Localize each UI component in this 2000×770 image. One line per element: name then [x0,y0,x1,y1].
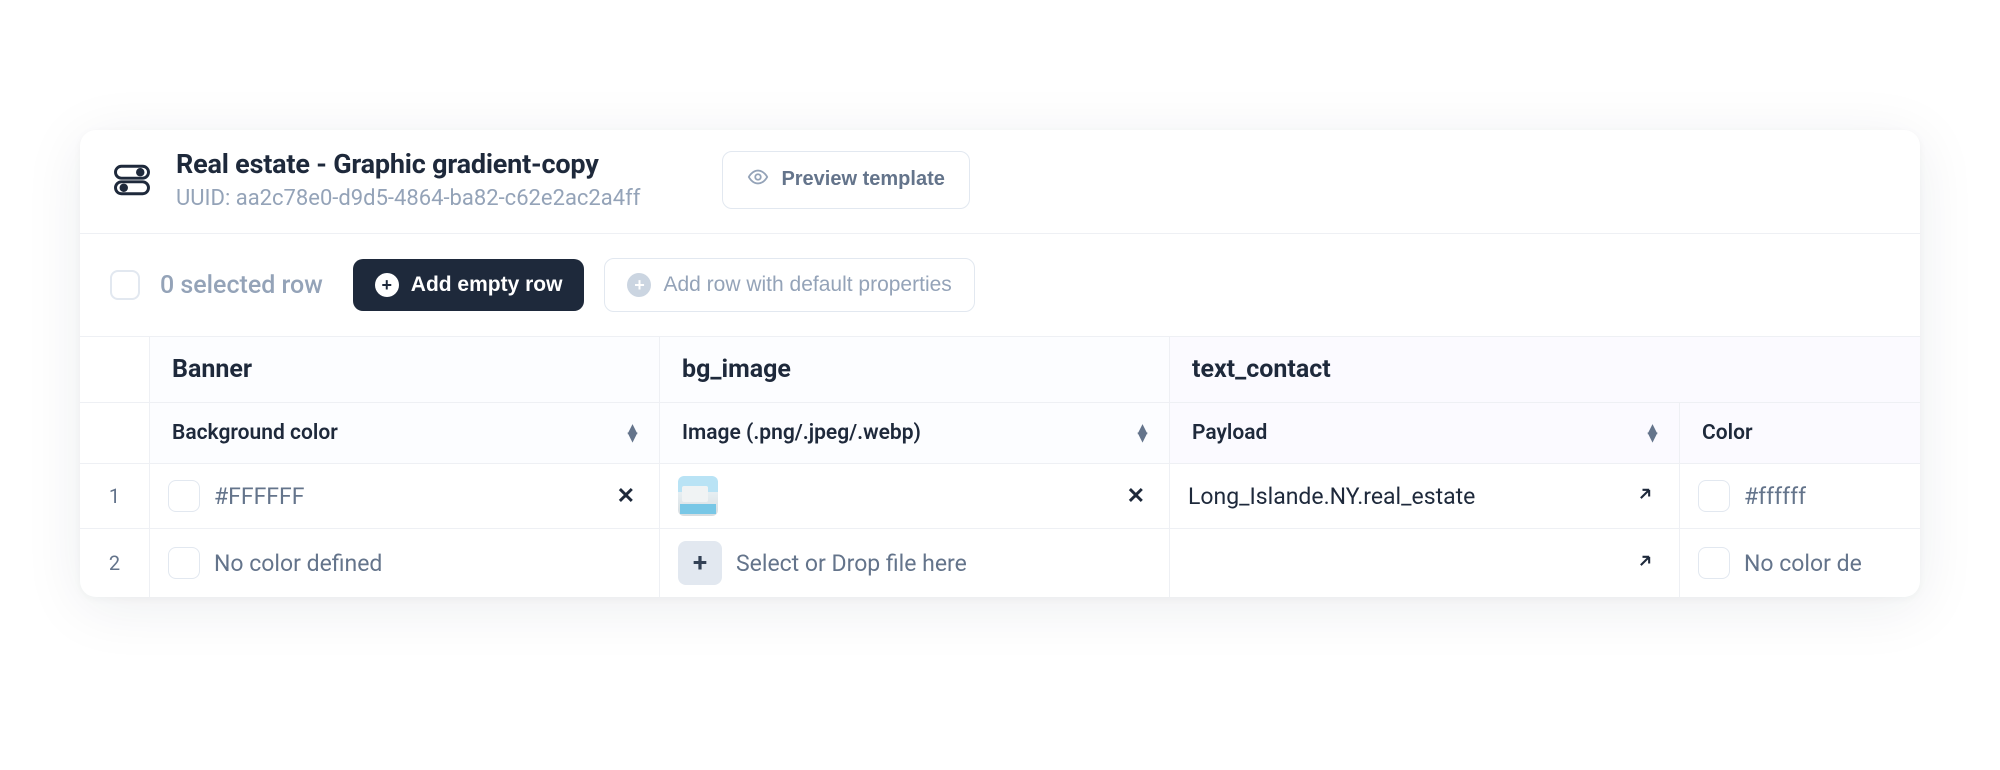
column-group-text-contact: text_contact [1170,337,1680,402]
clear-icon[interactable]: ✕ [1121,484,1151,509]
add-default-row-button[interactable]: + Add row with default properties [604,258,974,312]
add-file-button[interactable]: + [678,541,722,585]
image-thumbnail[interactable] [678,476,718,516]
column-banner-bgcolor[interactable]: Background color ▴▾ [150,403,659,463]
expand-icon[interactable] [1629,484,1661,508]
expand-icon[interactable] [1629,551,1661,575]
payload-value: Long_Islande.NY.real_estate [1188,483,1475,510]
text-color-cell[interactable]: #ffffff [1680,468,1920,524]
column-group-text-contact-ext [1680,337,1920,402]
template-title: Real estate - Graphic gradient-copy [176,148,640,180]
color-value: #ffffff [1744,483,1806,510]
banner-bgcolor-cell[interactable]: #FFFFFF ✕ [150,468,659,524]
color-placeholder: No color defined [214,550,382,577]
preview-template-button[interactable]: Preview template [722,151,969,209]
row-number: 2 [80,529,150,597]
panel-header: Real estate - Graphic gradient-copy UUID… [80,130,1920,234]
column-group-banner: Banner [150,337,660,402]
row-number-header [80,337,150,402]
color-swatch[interactable] [1698,480,1730,512]
sort-icon[interactable]: ▴▾ [1138,425,1147,441]
color-swatch[interactable] [168,480,200,512]
row-number-subheader [80,403,150,463]
table-row: 1 #FFFFFF ✕ ✕ Long_Islande.NY.real_estat… [80,463,1920,528]
bg-image-cell[interactable]: + Select or Drop file here [660,529,1169,597]
column-color[interactable]: Color [1680,403,1920,463]
column-label: Image (.png/.jpeg/.webp) [682,421,921,445]
select-all-checkbox[interactable] [110,270,140,300]
eye-icon [747,166,769,194]
preview-template-label: Preview template [781,168,944,191]
toggle-icon [110,158,154,202]
banner-bgcolor-cell[interactable]: No color defined [150,535,659,591]
plus-circle-icon: + [627,273,651,297]
add-empty-row-button[interactable]: + Add empty row [353,259,585,311]
plus-circle-icon: + [375,273,399,297]
clear-icon[interactable]: ✕ [611,484,641,509]
column-payload[interactable]: Payload ▴▾ [1170,403,1679,463]
column-label: Color [1702,421,1753,445]
data-table: Banner bg_image text_contact Background … [80,336,1920,597]
add-default-row-label: Add row with default properties [663,273,951,297]
payload-cell[interactable] [1170,539,1679,587]
payload-cell[interactable]: Long_Islande.NY.real_estate [1170,471,1679,522]
add-empty-row-label: Add empty row [411,273,563,297]
row-number: 1 [80,464,150,528]
sort-icon[interactable]: ▴▾ [628,425,637,441]
sub-header-row: Background color ▴▾ Image (.png/.jpeg/.w… [80,402,1920,463]
color-swatch[interactable] [1698,547,1730,579]
column-label: Payload [1192,421,1267,445]
bg-image-cell[interactable]: ✕ [660,464,1169,528]
color-placeholder: No color de [1744,550,1862,577]
text-color-cell[interactable]: No color de [1680,535,1920,591]
column-bg-image-type[interactable]: Image (.png/.jpeg/.webp) ▴▾ [660,403,1169,463]
toolbar: 0 selected row + Add empty row + Add row… [80,234,1920,336]
selected-count: 0 selected row [160,271,323,300]
group-header-row: Banner bg_image text_contact [80,337,1920,402]
color-swatch[interactable] [168,547,200,579]
color-value: #FFFFFF [214,483,304,510]
template-panel: Real estate - Graphic gradient-copy UUID… [80,130,1920,597]
template-uuid: UUID: aa2c78e0-d9d5-4864-ba82-c62e2ac2a4… [176,186,640,211]
title-block: Real estate - Graphic gradient-copy UUID… [176,148,640,211]
column-label: Background color [172,421,338,445]
sort-icon[interactable]: ▴▾ [1648,425,1657,441]
table-row: 2 No color defined + Select or Drop file… [80,528,1920,597]
file-placeholder: Select or Drop file here [736,550,967,577]
column-group-bg-image: bg_image [660,337,1170,402]
